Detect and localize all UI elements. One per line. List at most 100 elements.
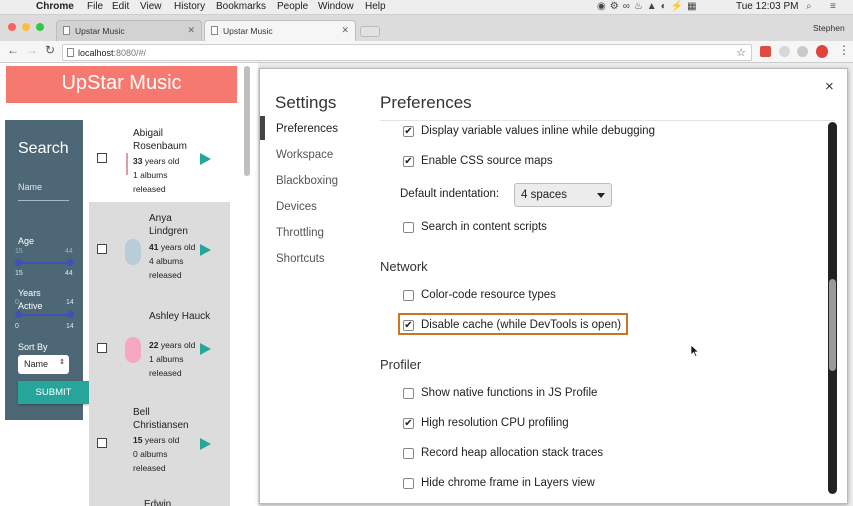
app-viewport: UpStar Music Search Name Age 15 44 15 44…	[0, 63, 258, 506]
artist-list: Abigail Rosenbaum 33 years old 1 albums r…	[89, 120, 230, 506]
years-slider-min-handle[interactable]	[15, 311, 22, 318]
option-checkbox[interactable]: ✔	[403, 156, 414, 167]
menu-view[interactable]: View	[140, 1, 162, 12]
artist-card[interactable]: Edwin	[89, 494, 230, 506]
artist-card[interactable]: Bell Christiansen 15 years old 0 albums r…	[89, 406, 230, 488]
select-checkbox[interactable]	[97, 343, 107, 353]
option-checkbox[interactable]	[403, 222, 414, 233]
option-checkbox[interactable]: ✔	[403, 126, 414, 137]
age-slider-min-handle[interactable]	[15, 259, 22, 266]
option-checkbox[interactable]: ✔	[403, 418, 414, 429]
close-icon[interactable]: ×	[825, 78, 834, 95]
url-host: localhost	[78, 48, 114, 58]
nav-throttling[interactable]: Throttling	[276, 227, 324, 239]
years-label: Years	[18, 288, 41, 298]
artist-card[interactable]: Abigail Rosenbaum 33 years old 1 albums r…	[89, 120, 230, 202]
age-slider-track[interactable]	[18, 262, 70, 264]
avatar	[125, 337, 141, 363]
sort-by-value: Name	[24, 359, 49, 369]
new-tab-button[interactable]	[360, 26, 380, 37]
menu-bookmarks[interactable]: Bookmarks	[216, 1, 266, 12]
tab-upstar-music-1[interactable]: Upstar Music ✕	[56, 20, 202, 41]
notification-center-icon[interactable]: ≡	[830, 1, 836, 12]
extension-icon[interactable]	[797, 46, 808, 57]
age-slider-max-handle[interactable]	[67, 259, 74, 266]
tab-label: Upstar Music	[75, 26, 125, 36]
nav-preferences[interactable]: Preferences	[276, 123, 338, 135]
search-icon[interactable]: ⌕	[806, 1, 812, 12]
page-info-icon[interactable]	[67, 48, 74, 57]
years-min-top: 0	[15, 299, 19, 306]
avatar	[126, 153, 128, 175]
play-icon[interactable]	[200, 153, 211, 165]
artist-albums: 1 albums released	[133, 170, 168, 194]
indentation-select[interactable]: 4 spaces	[514, 183, 612, 207]
menu-file[interactable]: File	[87, 1, 103, 12]
years-slider-track[interactable]	[18, 314, 70, 316]
forward-icon[interactable]: →	[26, 43, 38, 57]
years-slider-max-handle[interactable]	[67, 311, 74, 318]
option-label: Color-code resource types	[421, 289, 556, 301]
menu-app-name[interactable]: Chrome	[36, 1, 74, 12]
menu-dots-icon[interactable]: ⋮	[838, 43, 850, 57]
artist-meta: 41 years old 4 albums released	[149, 240, 199, 282]
search-panel: Search Name Age 15 44 15 44 Years Active…	[5, 120, 89, 420]
extension-icon[interactable]	[779, 46, 790, 57]
submit-button[interactable]: SUBMIT	[18, 381, 89, 404]
settings-title: Settings	[275, 93, 337, 112]
years-min-bottom: 0	[15, 323, 19, 330]
option-checkbox[interactable]	[403, 290, 414, 301]
artist-card[interactable]: Ashley Hauck 22 years old 1 albums releas…	[89, 308, 230, 398]
extension-icon[interactable]	[760, 46, 771, 57]
option-label: Show native functions in JS Profile	[421, 387, 598, 399]
close-window-icon[interactable]	[8, 23, 16, 31]
age-label: Age	[18, 236, 35, 246]
cursor-icon	[690, 344, 699, 357]
play-icon[interactable]	[200, 244, 211, 256]
nav-blackboxing[interactable]: Blackboxing	[276, 175, 338, 187]
menu-history[interactable]: History	[174, 1, 205, 12]
zoom-window-icon[interactable]	[36, 23, 44, 31]
tab-upstar-music-2[interactable]: Upstar Music ✕	[204, 20, 356, 41]
sort-by-select[interactable]: Name ⇕	[18, 355, 69, 374]
close-tab-icon[interactable]: ✕	[341, 25, 349, 36]
menu-help[interactable]: Help	[365, 1, 386, 12]
close-tab-icon[interactable]: ✕	[187, 25, 195, 36]
nav-workspace[interactable]: Workspace	[276, 149, 333, 161]
bookmark-star-icon[interactable]: ☆	[736, 46, 746, 59]
menu-people[interactable]: People	[277, 1, 308, 12]
nav-selection-marker	[260, 116, 265, 140]
option-checkbox[interactable]	[403, 478, 414, 489]
menu-edit[interactable]: Edit	[112, 1, 129, 12]
nav-devices[interactable]: Devices	[276, 201, 317, 213]
option-checkbox[interactable]	[403, 388, 414, 399]
url-path: :8080/#/	[113, 48, 147, 58]
play-icon[interactable]	[200, 438, 211, 450]
tab-label: Upstar Music	[223, 26, 273, 36]
menubar-clock[interactable]: Tue 12:03 PM	[736, 1, 798, 12]
macos-menubar: Chrome File Edit View History Bookmarks …	[0, 0, 853, 15]
opera-extension-icon[interactable]	[816, 45, 828, 58]
name-input[interactable]	[18, 200, 69, 201]
reload-icon[interactable]: ↻	[45, 43, 55, 57]
address-bar[interactable]: localhost:8080/#/ ☆	[62, 44, 752, 61]
select-checkbox[interactable]	[97, 438, 107, 448]
select-checkbox[interactable]	[97, 244, 107, 254]
artist-age-suffix: years old	[158, 242, 196, 252]
artist-age-suffix: years old	[158, 340, 196, 350]
profile-name[interactable]: Stephen	[813, 23, 845, 33]
artist-card[interactable]: Anya Lindgren 41 years old 4 albums relea…	[89, 210, 230, 300]
status-icons[interactable]: ◉⚙∞♨▲◐⚡▦	[597, 1, 701, 12]
select-checkbox[interactable]	[97, 153, 107, 163]
play-icon[interactable]	[200, 343, 211, 355]
page-scrollbar[interactable]	[244, 66, 250, 176]
minimize-window-icon[interactable]	[22, 23, 30, 31]
avatar	[125, 239, 141, 265]
menu-window[interactable]: Window	[318, 1, 354, 12]
option-checkbox[interactable]: ✔	[403, 320, 414, 331]
settings-scrollbar-thumb[interactable]	[829, 279, 836, 371]
app-header: UpStar Music	[6, 66, 237, 103]
option-checkbox[interactable]	[403, 448, 414, 459]
nav-shortcuts[interactable]: Shortcuts	[276, 253, 325, 265]
back-icon[interactable]: ←	[7, 43, 19, 57]
